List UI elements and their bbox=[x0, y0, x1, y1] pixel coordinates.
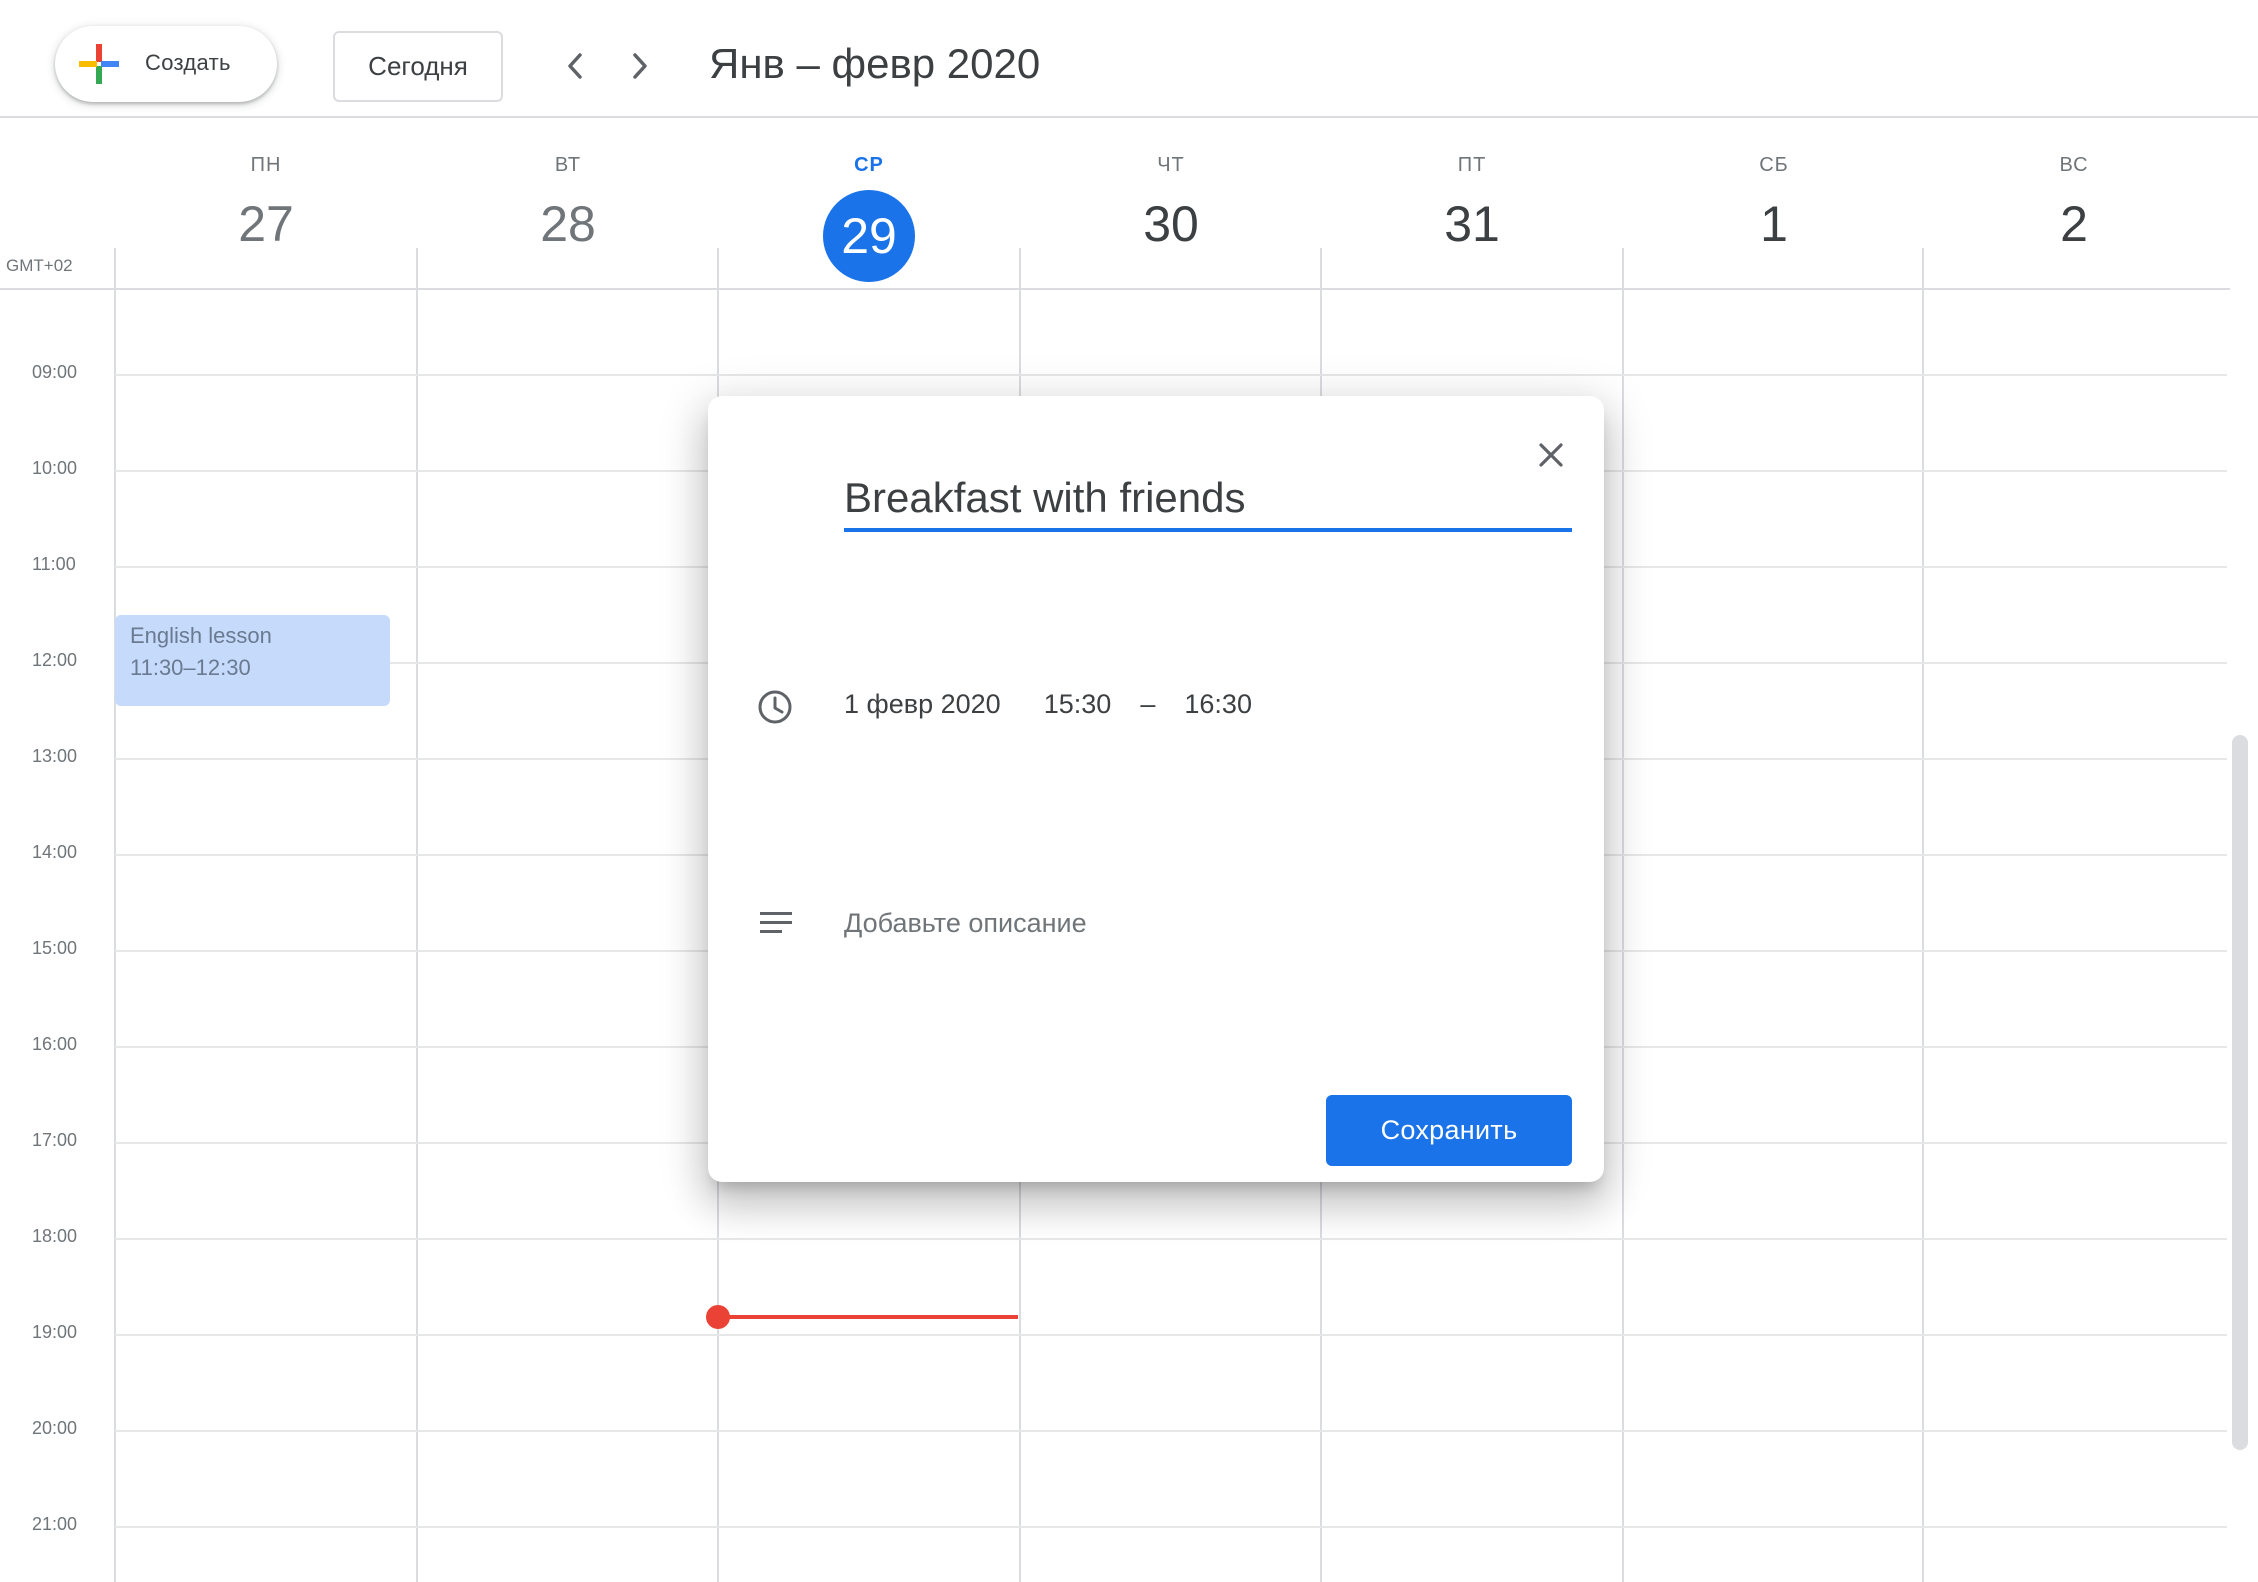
timezone-label: GMT+02 bbox=[6, 256, 73, 275]
day-header-sat[interactable]: СБ 1 bbox=[1624, 150, 1924, 256]
day-name: ВТ bbox=[554, 154, 582, 176]
description-icon bbox=[760, 912, 792, 933]
chevron-right-icon bbox=[633, 53, 647, 79]
day-number: 30 bbox=[1143, 196, 1199, 252]
current-time-dot bbox=[706, 1305, 730, 1329]
event-title-input[interactable] bbox=[844, 468, 1572, 532]
event-time: 11:30–12:30 bbox=[130, 655, 251, 680]
day-header-mon[interactable]: ПН 27 bbox=[116, 150, 416, 256]
time-separator: – bbox=[1140, 689, 1156, 719]
column-divider bbox=[1622, 248, 1624, 1582]
day-header-sun[interactable]: ВС 2 bbox=[1924, 150, 2224, 256]
hour-line bbox=[115, 1238, 2227, 1240]
hour-label: 20:00 bbox=[32, 1418, 78, 1438]
day-number: 31 bbox=[1444, 196, 1500, 252]
top-bar: Создать Сегодня Янв – февр 2020 bbox=[0, 0, 2258, 118]
date-picker[interactable]: 1 февр 2020 bbox=[844, 689, 1001, 720]
calendar-event[interactable]: English lesson 11:30–12:30 bbox=[115, 615, 390, 706]
hour-label: 21:00 bbox=[32, 1514, 78, 1534]
day-number: 27 bbox=[238, 196, 294, 252]
end-time-picker[interactable]: 16:30 bbox=[1184, 689, 1252, 720]
hour-line bbox=[115, 374, 2227, 376]
scrollbar[interactable] bbox=[2232, 735, 2248, 1450]
column-divider bbox=[416, 248, 418, 1582]
hour-label: 18:00 bbox=[32, 1226, 78, 1246]
day-name: ВС bbox=[2059, 154, 2089, 176]
day-header-fri[interactable]: ПТ 31 bbox=[1322, 150, 1622, 256]
close-icon bbox=[1539, 443, 1563, 467]
hour-label: 12:00 bbox=[32, 650, 78, 670]
day-number: 28 bbox=[540, 196, 596, 252]
day-header-thu[interactable]: ЧТ 30 bbox=[1021, 150, 1321, 256]
hour-label: 16:00 bbox=[32, 1034, 78, 1054]
day-name: СР bbox=[854, 154, 884, 176]
day-header-wed[interactable]: СР 29 bbox=[719, 150, 1019, 282]
start-time-picker[interactable]: 15:30 bbox=[1044, 689, 1112, 720]
day-name: ПТ bbox=[1457, 154, 1487, 176]
day-header-tue[interactable]: ВТ 28 bbox=[418, 150, 718, 256]
hour-label: 14:00 bbox=[32, 842, 78, 862]
day-number: 2 bbox=[2060, 196, 2088, 252]
current-time-line bbox=[718, 1315, 1018, 1319]
event-title: English lesson bbox=[130, 623, 272, 648]
plus-icon bbox=[79, 44, 119, 84]
create-button[interactable]: Создать bbox=[55, 26, 277, 102]
next-week-button[interactable] bbox=[620, 44, 660, 88]
hour-line bbox=[115, 1526, 2227, 1528]
description-field[interactable]: Добавьте описание bbox=[844, 908, 1087, 939]
hour-label: 10:00 bbox=[32, 458, 78, 478]
hour-line bbox=[115, 1334, 2227, 1336]
hour-label: 19:00 bbox=[32, 1322, 78, 1342]
event-dialog: 1 февр 2020 15:30 – 16:30 Добавьте описа… bbox=[708, 396, 1604, 1182]
day-number: 1 bbox=[1760, 196, 1788, 252]
hour-label: 09:00 bbox=[32, 362, 78, 382]
day-name: ПН bbox=[250, 154, 282, 176]
event-datetime: 1 февр 2020 15:30 – 16:30 bbox=[844, 689, 1252, 720]
day-name: ЧТ bbox=[1157, 154, 1185, 176]
chevron-left-icon bbox=[568, 53, 582, 79]
date-range-title: Янв – февр 2020 bbox=[709, 40, 1041, 87]
day-name: СБ bbox=[1759, 154, 1789, 176]
today-day-number: 29 bbox=[823, 190, 915, 282]
previous-week-button[interactable] bbox=[555, 44, 595, 88]
hour-label: 11:00 bbox=[32, 554, 76, 574]
hour-line bbox=[115, 1430, 2227, 1432]
today-button[interactable]: Сегодня bbox=[333, 31, 503, 102]
hour-label: 13:00 bbox=[32, 746, 78, 766]
column-divider bbox=[114, 248, 116, 1582]
column-divider bbox=[1922, 248, 1924, 1582]
hour-label: 17:00 bbox=[32, 1130, 78, 1150]
hour-label: 15:00 bbox=[32, 938, 78, 958]
header-divider bbox=[0, 288, 2230, 290]
save-button[interactable]: Сохранить bbox=[1326, 1095, 1572, 1166]
create-button-label: Создать bbox=[145, 50, 231, 75]
clock-icon bbox=[758, 690, 792, 724]
